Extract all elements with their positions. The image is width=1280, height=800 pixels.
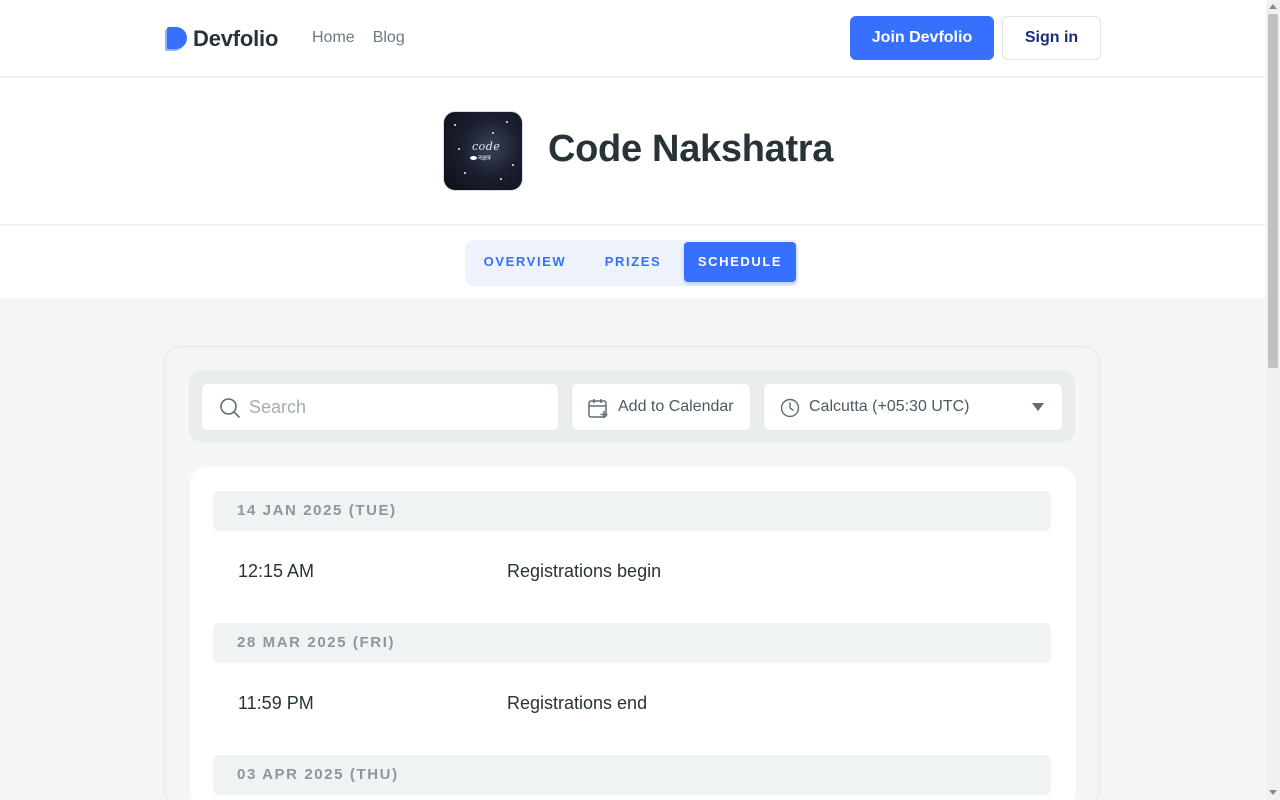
nav-link-home[interactable]: Home bbox=[312, 29, 355, 47]
tabs-band: OVERVIEW PRIZES SCHEDULE bbox=[0, 226, 1266, 298]
schedule-date-header: 28 MAR 2025 (FRI) bbox=[213, 623, 1051, 663]
hackathon-hero: code नक्षत्र Code Nakshatra bbox=[0, 78, 1266, 225]
devfolio-logo-icon bbox=[165, 27, 187, 51]
chevron-down-icon bbox=[1032, 403, 1044, 411]
event-time: 12:15 AM bbox=[238, 561, 315, 581]
sign-in-button[interactable]: Sign in bbox=[1002, 16, 1101, 60]
tab-overview[interactable]: OVERVIEW bbox=[473, 242, 577, 282]
clock-icon bbox=[780, 398, 800, 418]
calendar-add-icon bbox=[588, 399, 608, 418]
hackathon-logo: code नक्षत्र bbox=[443, 111, 523, 191]
hackathon-title: Code Nakshatra bbox=[548, 128, 834, 170]
schedule-date-header: 14 JAN 2025 (TUE) bbox=[213, 491, 1051, 531]
join-devfolio-button[interactable]: Join Devfolio bbox=[850, 16, 994, 60]
add-to-calendar-label: Add to Calendar bbox=[618, 398, 734, 415]
page-scrollbar[interactable] bbox=[1266, 0, 1280, 800]
tab-schedule[interactable]: SCHEDULE bbox=[684, 242, 796, 282]
scroll-down-arrow-icon[interactable] bbox=[1269, 790, 1277, 795]
timezone-select[interactable]: Calcutta (+05:30 UTC) bbox=[763, 383, 1063, 431]
eye-icon bbox=[470, 156, 477, 160]
event-name: Registrations end bbox=[507, 693, 648, 713]
logo-text-nakshatra: नक्षत्र bbox=[478, 154, 491, 162]
devfolio-logo[interactable]: Devfolio bbox=[165, 26, 278, 52]
nav-link-blog[interactable]: Blog bbox=[373, 29, 405, 47]
search-icon bbox=[220, 398, 240, 418]
brand-name: Devfolio bbox=[193, 26, 279, 51]
scrollbar-thumb[interactable] bbox=[1268, 14, 1278, 368]
event-time: 11:59 PM bbox=[238, 693, 314, 713]
page-tabs: OVERVIEW PRIZES SCHEDULE bbox=[465, 240, 798, 286]
timezone-value: Calcutta (+05:30 UTC) bbox=[809, 398, 970, 415]
logo-text-code: code bbox=[472, 140, 501, 153]
add-to-calendar-button[interactable]: Add to Calendar bbox=[571, 383, 751, 431]
tab-prizes[interactable]: PRIZES bbox=[593, 242, 673, 282]
search-box[interactable] bbox=[201, 383, 559, 431]
search-input[interactable] bbox=[249, 384, 549, 430]
main-nav: Home Blog bbox=[312, 29, 405, 47]
top-navigation-bar: Devfolio Home Blog Join Devfolio Sign in bbox=[0, 0, 1266, 77]
event-name: Registrations begin bbox=[507, 561, 662, 581]
scroll-up-arrow-icon[interactable] bbox=[1269, 4, 1277, 9]
schedule-date-header: 03 APR 2025 (THU) bbox=[213, 755, 1051, 795]
